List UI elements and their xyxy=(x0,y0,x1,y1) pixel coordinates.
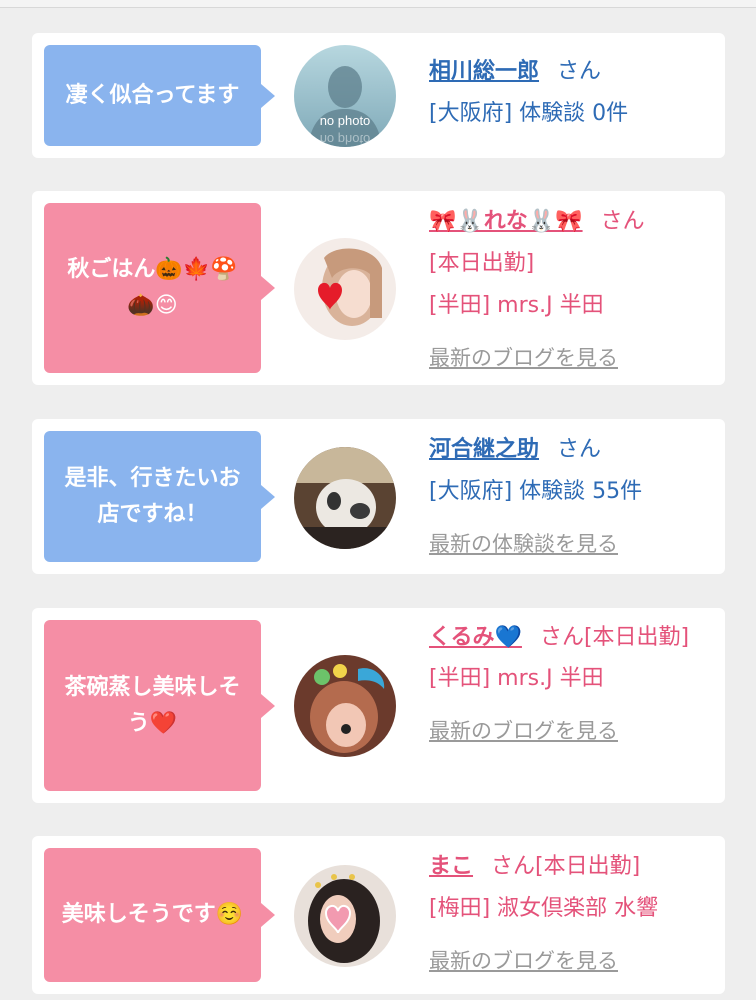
avatar-label-reflection: no photo xyxy=(320,132,371,147)
comment-text: 秋ごはん🎃🍁🍄🌰😊 xyxy=(67,257,238,318)
comment-card: 秋ごはん🎃🍁🍄🌰😊 🎀🐰れな🐰🎀 さん [本日出勤] [半田] mrs.J 半田 … xyxy=(32,191,725,385)
user-name-link[interactable]: 相川総一郎 xyxy=(429,59,539,84)
view-blog-link[interactable]: 最新のブログを見る xyxy=(429,719,618,743)
comment-card: 茶碗蒸し美味しそう❤️ くるみ💙 さん[本日出勤] [半田] mrs.J 半田 最… xyxy=(32,608,725,803)
user-name-link[interactable]: 河合継之助 xyxy=(429,437,539,462)
avatar[interactable] xyxy=(294,238,396,340)
user-meta: [大阪府] 体験談 55件 xyxy=(429,479,643,504)
user-info: 🎀🐰れな🐰🎀 さん [本日出勤] [半田] mrs.J 半田 最新のブログを見る xyxy=(429,201,713,380)
comment-bubble: 茶碗蒸し美味しそう❤️ xyxy=(44,620,275,791)
comment-text: 美味しそうです☺️ xyxy=(61,902,244,927)
honorific-status: さん[本日出勤] xyxy=(491,854,641,879)
user-name-link[interactable]: くるみ💙 xyxy=(429,625,522,650)
user-info: 河合継之助 さん [大阪府] 体験談 55件 最新の体験談を見る xyxy=(429,429,713,566)
user-info: くるみ💙 さん[本日出勤] [半田] mrs.J 半田 最新のブログを見る xyxy=(429,618,713,753)
avatar[interactable]: no photo no photo xyxy=(294,45,396,147)
comment-bubble: 美味しそうです☺️ xyxy=(44,848,275,982)
view-reviews-link[interactable]: 最新の体験談を見る xyxy=(429,532,618,556)
avatar-label: no photo xyxy=(320,113,371,128)
comment-text: 茶碗蒸し美味しそう❤️ xyxy=(64,674,241,736)
honorific: さん xyxy=(557,437,602,462)
comment-card: 凄く似合ってます no photo no photo 相川総一郎 さん [大阪府]… xyxy=(32,33,725,158)
user-info: 相川総一郎 さん [大阪府] 体験談 0件 xyxy=(429,51,713,135)
avatar[interactable] xyxy=(294,447,396,549)
comment-bubble: 是非、行きたいお店ですね！ xyxy=(44,431,275,562)
top-divider xyxy=(0,0,756,8)
honorific: さん xyxy=(557,59,602,84)
shop-info: [半田] mrs.J 半田 xyxy=(429,293,604,318)
avatar[interactable] xyxy=(294,655,396,757)
shop-info: [梅田] 淑女倶楽部 水響 xyxy=(429,896,659,921)
user-info: まこ さん[本日出勤] [梅田] 淑女倶楽部 水響 最新のブログを見る xyxy=(429,846,713,983)
work-status: [本日出勤] xyxy=(429,251,535,276)
honorific-status: さん[本日出勤] xyxy=(539,625,690,650)
avatar[interactable] xyxy=(294,865,396,967)
comment-bubble: 秋ごはん🎃🍁🍄🌰😊 xyxy=(44,203,275,373)
honorific: さん xyxy=(600,209,645,234)
comment-bubble: 凄く似合ってます xyxy=(44,45,275,146)
comment-card: 是非、行きたいお店ですね！ 河合継之助 さん [大阪府] 体験談 55件 最新の体… xyxy=(32,419,725,574)
shop-info: [半田] mrs.J 半田 xyxy=(429,666,604,691)
view-blog-link[interactable]: 最新のブログを見る xyxy=(429,949,618,973)
comment-card: 美味しそうです☺️ まこ さん[本日出勤] [梅田] 淑女倶楽部 水響 最新のブロ… xyxy=(32,836,725,994)
user-name-link[interactable]: まこ xyxy=(429,854,473,879)
user-name-link[interactable]: 🎀🐰れな🐰🎀 xyxy=(429,209,583,234)
user-meta: [大阪府] 体験談 0件 xyxy=(429,101,629,126)
comment-text: 是非、行きたいお店ですね！ xyxy=(64,465,241,527)
view-blog-link[interactable]: 最新のブログを見る xyxy=(429,346,618,370)
comment-text: 凄く似合ってます xyxy=(65,82,240,108)
